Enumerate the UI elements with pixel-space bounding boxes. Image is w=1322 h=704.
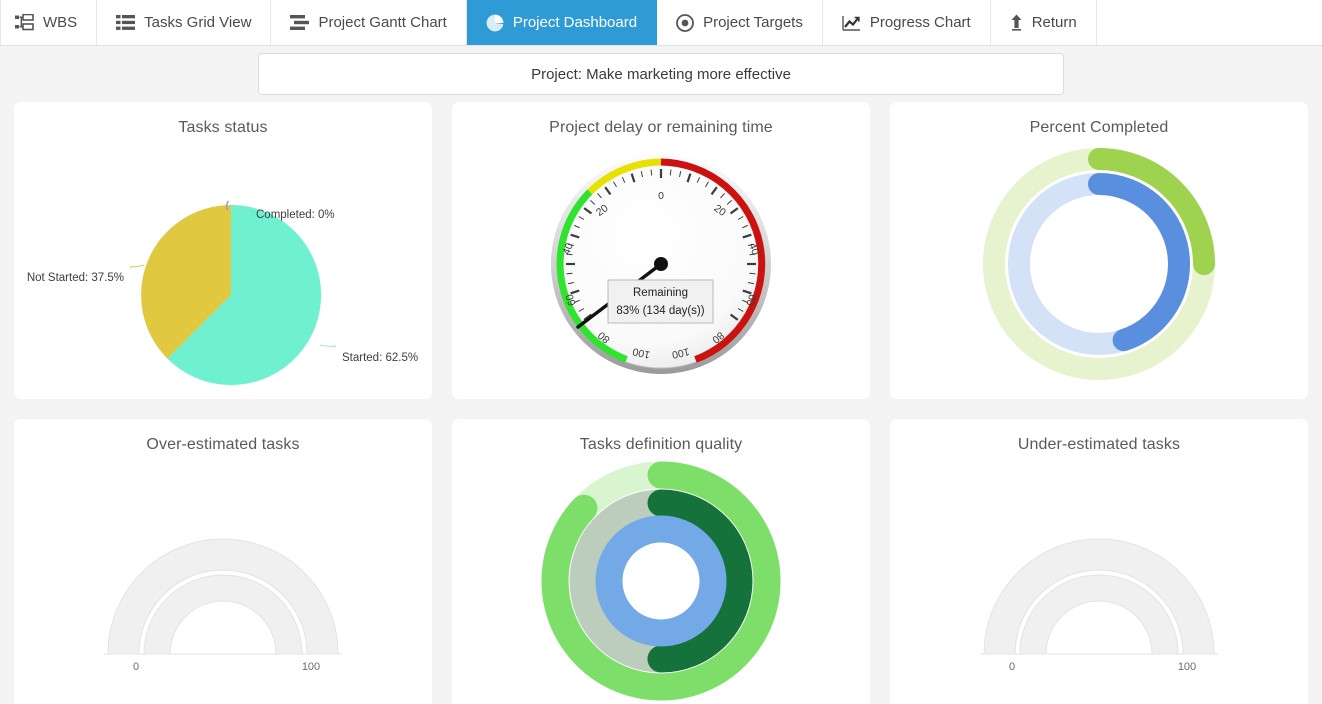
card-title: Tasks status — [14, 110, 432, 137]
tab-label: WBS — [43, 14, 77, 31]
tab-label: Project Targets — [703, 14, 803, 31]
grid-list-icon — [116, 15, 135, 30]
tab-wbs[interactable]: WBS — [0, 0, 97, 45]
gauge-min-label: 0 — [133, 661, 139, 673]
pie-label-not-started: Not Started: 37.5% — [27, 272, 124, 284]
tab-progress-chart[interactable]: Progress Chart — [823, 0, 991, 45]
gauge-tooltip-value: 83% (134 day(s)) — [616, 305, 704, 317]
pie-chart-icon — [486, 14, 504, 32]
card-percent-completed: Percent Completed — [890, 102, 1308, 399]
tab-tasks-grid-view[interactable]: Tasks Grid View — [97, 0, 271, 45]
tab-project-gantt-chart[interactable]: Project Gantt Chart — [271, 0, 466, 45]
card-over-estimated-tasks: Over-estimated tasks 0 100 — [14, 419, 432, 704]
gauge-tooltip: Remaining 83% (134 day(s)) — [608, 280, 713, 323]
tab-project-targets[interactable]: Project Targets — [657, 0, 823, 45]
card-title: Project delay or remaining time — [452, 110, 870, 137]
hierarchy-icon — [15, 14, 34, 31]
card-tasks-definition-quality: Tasks definition quality — [452, 419, 870, 704]
tab-return[interactable]: Return — [991, 0, 1097, 45]
project-title-wrapper: Project: Make marketing more effective — [0, 46, 1322, 95]
gauge-max-label: 100 — [302, 661, 320, 673]
tab-label: Return — [1032, 14, 1077, 31]
pie-label-completed: Completed: 0% — [256, 209, 335, 221]
tab-label: Tasks Grid View — [144, 14, 251, 31]
tab-label: Project Dashboard — [513, 14, 637, 31]
gantt-bars-icon — [290, 15, 309, 30]
svg-text:0: 0 — [658, 190, 664, 202]
dashboard-grid: Tasks status Completed: 0% Not Started: … — [0, 95, 1322, 704]
main-navbar: WBS Tasks Grid View Project Gantt Chart — [0, 0, 1322, 46]
target-icon — [676, 14, 694, 32]
gauge-hub — [654, 257, 668, 271]
chart-percent-completed-rings[interactable] — [890, 137, 1308, 392]
card-under-estimated-tasks: Under-estimated tasks 0 100 — [890, 419, 1308, 704]
gauge-max-label: 100 — [1178, 661, 1196, 673]
pie-label-started: Started: 62.5% — [342, 352, 418, 364]
chart-over-estimated-gauge[interactable]: 0 100 — [14, 454, 432, 704]
inner-ring-value — [609, 529, 713, 633]
chart-tasks-definition-quality-rings[interactable] — [452, 454, 870, 704]
tab-label: Project Gantt Chart — [318, 14, 446, 31]
card-title: Percent Completed — [890, 110, 1308, 137]
chart-under-estimated-gauge[interactable]: 0 100 — [890, 454, 1308, 704]
card-title: Under-estimated tasks — [890, 427, 1308, 454]
gauge-tooltip-status: Remaining — [633, 287, 688, 299]
card-project-delay: Project delay or remaining time — [452, 102, 870, 399]
gauge-min-label: 0 — [1009, 661, 1015, 673]
card-title: Over-estimated tasks — [14, 427, 432, 454]
chart-project-delay-gauge[interactable]: 0 20 20 40 40 60 60 80 80 100 100 — [452, 137, 870, 392]
tab-label: Progress Chart — [870, 14, 971, 31]
chart-tasks-status-pie[interactable]: Completed: 0% Not Started: 37.5% Started… — [14, 137, 432, 392]
tab-project-dashboard[interactable]: Project Dashboard — [467, 0, 657, 45]
up-arrow-icon — [1010, 14, 1023, 31]
line-chart-icon — [842, 15, 861, 31]
card-title: Tasks definition quality — [452, 427, 870, 454]
project-title: Project: Make marketing more effective — [258, 53, 1064, 95]
card-tasks-status: Tasks status Completed: 0% Not Started: … — [14, 102, 432, 399]
